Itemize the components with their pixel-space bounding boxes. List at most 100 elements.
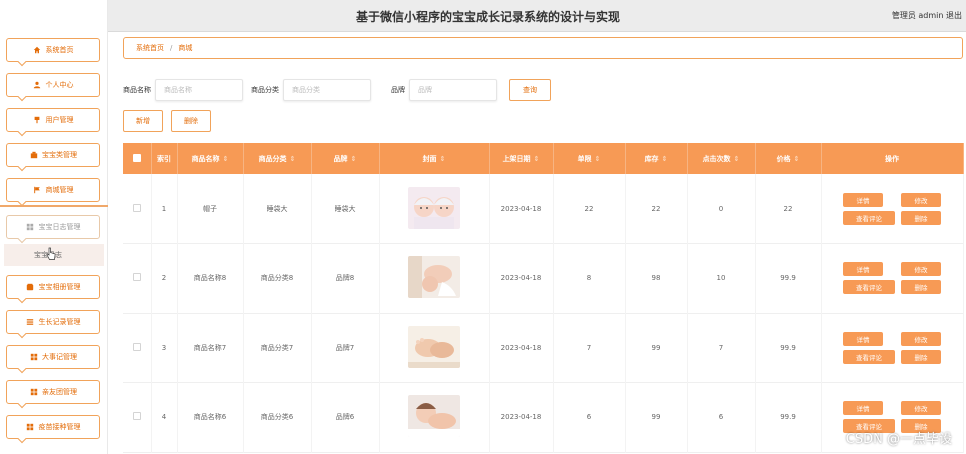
product-table: 索引 商品名称 ⇕ 商品分类 ⇕ 品牌 ⇕ 封面 ⇕ 上架日期 ⇕ 单限 ⇕ 库存 ⇕ 点击次… bbox=[123, 143, 964, 453]
sort-icon[interactable]: ⇕ bbox=[534, 155, 540, 163]
cell-category: 商品分类7 bbox=[243, 313, 312, 383]
column-header: 索引 bbox=[151, 143, 178, 174]
column-header-label: 价格 bbox=[776, 154, 791, 163]
cell-index: 3 bbox=[151, 313, 178, 383]
row-select-cell[interactable] bbox=[123, 243, 152, 313]
sidebar-item-family[interactable]: 亲友团管理 bbox=[6, 380, 100, 409]
sidebar-item-profile[interactable]: 个人中心 bbox=[6, 73, 100, 102]
detail-button[interactable]: 详情 bbox=[843, 401, 883, 416]
column-header[interactable]: 价格 ⇕ bbox=[755, 143, 822, 174]
sort-icon[interactable]: ⇕ bbox=[290, 155, 296, 163]
view-comments-button[interactable]: 查看评论 bbox=[843, 280, 895, 295]
select-all-checkbox[interactable] bbox=[132, 153, 141, 162]
sidebar-item-home[interactable]: 系统首页 bbox=[6, 38, 100, 67]
home-icon bbox=[33, 46, 42, 55]
column-header[interactable]: 库存 ⇕ bbox=[625, 143, 688, 174]
sidebar: 系统首页 个人中心 用户管理 宝宝类管理 商城管理 宝宝日志管理 宝宝相册管理 … bbox=[0, 0, 108, 454]
cell-category: 商品分类6 bbox=[243, 382, 312, 452]
delete-button[interactable]: 删除 bbox=[901, 280, 941, 295]
product-name-input[interactable] bbox=[155, 79, 243, 101]
sidebar-item-growth[interactable]: 生长记录管理 bbox=[6, 310, 100, 339]
detail-button[interactable]: 详情 bbox=[843, 262, 883, 277]
sidebar-item-users[interactable]: 用户管理 bbox=[6, 108, 100, 137]
sort-icon[interactable]: ⇕ bbox=[794, 155, 800, 163]
sidebar-item-baby-log[interactable]: 宝宝日志管理 bbox=[6, 215, 100, 244]
brand-label: 品牌 bbox=[391, 86, 405, 94]
cell-stock: 98 bbox=[625, 243, 688, 313]
sidebar-item-vaccine[interactable]: 疫苗接种管理 bbox=[6, 415, 100, 444]
sleeping-baby-photo bbox=[408, 395, 460, 438]
sort-icon[interactable]: ⇕ bbox=[223, 155, 229, 163]
sidebar-item-label: 商城管理 bbox=[45, 186, 74, 194]
column-header[interactable]: 封面 ⇕ bbox=[379, 143, 490, 174]
cell-price: 99.9 bbox=[755, 243, 822, 313]
sort-icon[interactable]: ⇕ bbox=[440, 155, 446, 163]
column-header-label: 库存 bbox=[644, 154, 659, 163]
cell-index: 1 bbox=[151, 174, 178, 244]
cell-index: 4 bbox=[151, 382, 178, 452]
cell-brand: 品牌7 bbox=[311, 313, 380, 383]
sidebar-item-album[interactable]: 宝宝相册管理 bbox=[6, 275, 100, 304]
hand-cursor-icon bbox=[46, 247, 56, 260]
column-header[interactable]: 品牌 ⇕ bbox=[311, 143, 380, 174]
row-checkbox[interactable] bbox=[132, 273, 141, 282]
column-header[interactable]: 上架日期 ⇕ bbox=[489, 143, 554, 174]
view-comments-button[interactable]: 查看评论 bbox=[843, 349, 895, 364]
top-header: 基于微信小程序的宝宝成长记录系统的设计与实现 管理员 admin 退出 bbox=[108, 0, 966, 32]
column-header[interactable]: 商品名称 ⇕ bbox=[177, 143, 244, 174]
delete-button[interactable]: 删除 bbox=[901, 349, 941, 364]
cell-name: 商品名称8 bbox=[177, 243, 244, 313]
cell-date: 2023-04-18 bbox=[489, 382, 554, 452]
batch-delete-button[interactable]: 删除 bbox=[171, 110, 211, 132]
menu-notch bbox=[17, 294, 27, 304]
twin-babies-photo bbox=[408, 186, 460, 229]
column-header[interactable]: 点击次数 ⇕ bbox=[687, 143, 756, 174]
cell-clicks: 7 bbox=[687, 313, 756, 383]
flag-icon bbox=[33, 186, 42, 195]
delete-button[interactable]: 删除 bbox=[901, 210, 941, 225]
sidebar-item-label: 大事记管理 bbox=[42, 353, 77, 361]
row-checkbox[interactable] bbox=[132, 342, 141, 351]
table-row: 2 商品名称8 商品分类8 品牌8 2023-04-18 8 98 10 99.… bbox=[123, 243, 964, 313]
column-header-label: 点击次数 bbox=[702, 154, 731, 163]
sidebar-item-mall[interactable]: 商城管理 bbox=[6, 178, 100, 207]
select-all-cell[interactable] bbox=[123, 143, 152, 174]
row-select-cell[interactable] bbox=[123, 382, 152, 452]
row-checkbox[interactable] bbox=[132, 203, 141, 212]
row-select-cell[interactable] bbox=[123, 313, 152, 383]
sidebar-item-events[interactable]: 大事记管理 bbox=[6, 345, 100, 374]
column-header[interactable]: 商品分类 ⇕ bbox=[243, 143, 312, 174]
edit-button[interactable]: 修改 bbox=[901, 401, 941, 416]
edit-button[interactable]: 修改 bbox=[901, 331, 941, 346]
cell-date: 2023-04-18 bbox=[489, 313, 554, 383]
product-category-input[interactable] bbox=[283, 79, 371, 101]
user-info[interactable]: 管理员 admin 退出 bbox=[892, 10, 962, 21]
detail-button[interactable]: 详情 bbox=[843, 331, 883, 346]
sidebar-item-baby-types[interactable]: 宝宝类管理 bbox=[6, 143, 100, 172]
brand-input[interactable] bbox=[409, 79, 497, 101]
sort-icon[interactable]: ⇕ bbox=[734, 155, 740, 163]
detail-button[interactable]: 详情 bbox=[843, 192, 883, 207]
breadcrumb-current: 商城 bbox=[178, 44, 193, 52]
cell-clicks: 10 bbox=[687, 243, 756, 313]
sort-icon[interactable]: ⇕ bbox=[595, 155, 601, 163]
table-row: 4 商品名称6 商品分类6 品牌6 2023-04-18 6 99 6 99.9… bbox=[123, 382, 964, 452]
sidebar-item-label: 宝宝日志管理 bbox=[38, 223, 81, 231]
add-button[interactable]: 新增 bbox=[123, 110, 163, 132]
sort-icon[interactable]: ⇕ bbox=[351, 155, 357, 163]
grid-icon bbox=[29, 353, 38, 362]
edit-button[interactable]: 修改 bbox=[901, 192, 941, 207]
row-checkbox[interactable] bbox=[132, 412, 141, 421]
cell-ops: 详情 修改 查看评论 删除 bbox=[821, 313, 964, 383]
search-button[interactable]: 查询 bbox=[509, 79, 551, 101]
column-header-label: 封面 bbox=[422, 154, 437, 163]
sort-icon[interactable]: ⇕ bbox=[662, 155, 668, 163]
app-root: 系统首页 个人中心 用户管理 宝宝类管理 商城管理 宝宝日志管理 宝宝相册管理 … bbox=[0, 0, 966, 454]
breadcrumb-home[interactable]: 系统首页 bbox=[136, 43, 164, 53]
table-row: 1 帽子 睡袋大 睡袋大 2023-04-18 22 22 0 22 详情 修改… bbox=[123, 174, 964, 244]
column-header[interactable]: 单限 ⇕ bbox=[553, 143, 626, 174]
cell-cover bbox=[379, 382, 490, 452]
view-comments-button[interactable]: 查看评论 bbox=[843, 210, 895, 225]
edit-button[interactable]: 修改 bbox=[901, 262, 941, 277]
row-select-cell[interactable] bbox=[123, 174, 152, 244]
